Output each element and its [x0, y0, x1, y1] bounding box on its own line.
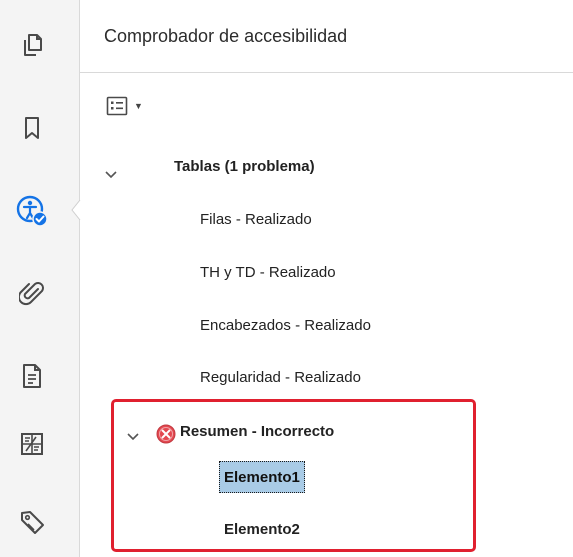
tree-item-filas[interactable]: Filas - Realizado: [200, 211, 312, 228]
document-icon[interactable]: [14, 358, 50, 394]
panel-title: Comprobador de accesibilidad: [104, 26, 348, 46]
tree-group-tablas[interactable]: Tablas (1 problema): [174, 158, 315, 175]
tree-child-elemento1-selected[interactable]: Elemento1: [219, 461, 305, 493]
expand-tablas-chevron-icon[interactable]: [104, 170, 118, 180]
attachment-icon[interactable]: [14, 276, 50, 312]
tag-icon[interactable]: [14, 504, 50, 540]
active-panel-indicator: [71, 200, 81, 220]
chevron-down-icon: ▼: [134, 101, 143, 111]
accessibility-checker-icon[interactable]: [14, 193, 50, 229]
title-divider: [80, 72, 573, 73]
tree-child-elemento2[interactable]: Elemento2: [224, 521, 300, 538]
content-icon[interactable]: [14, 426, 50, 462]
left-navigation-rail: [0, 0, 80, 557]
tree-item-th-td[interactable]: TH y TD - Realizado: [200, 264, 336, 281]
options-menu-button[interactable]: ▼: [106, 92, 162, 120]
accessibility-checker-window: Comprobador de accesibilidad ▼ Tablas (1…: [0, 0, 573, 557]
pages-icon[interactable]: [14, 27, 50, 63]
tree-item-resumen[interactable]: Resumen - Incorrecto: [180, 423, 334, 440]
bookmark-icon[interactable]: [14, 110, 50, 146]
tree-item-regularidad[interactable]: Regularidad - Realizado: [200, 369, 361, 386]
expand-resumen-chevron-icon[interactable]: [126, 432, 140, 442]
list-options-icon: [106, 96, 128, 116]
tree-item-encabezados[interactable]: Encabezados - Realizado: [200, 317, 371, 334]
error-icon: [156, 424, 176, 444]
